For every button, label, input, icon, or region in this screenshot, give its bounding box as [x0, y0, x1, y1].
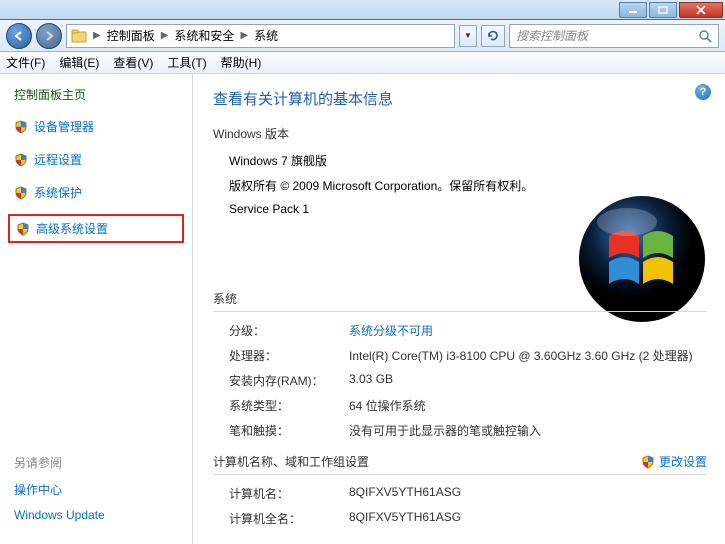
label: 处理器：: [229, 347, 349, 364]
sidebar-seealso-action-center[interactable]: 操作中心: [14, 481, 192, 498]
sidebar-link-label: 高级系统设置: [36, 220, 108, 237]
label: 分级：: [229, 322, 349, 339]
address-dropdown-button[interactable]: ▼: [459, 25, 477, 47]
section-label: Windows 版本: [213, 125, 707, 142]
label: 安装内存(RAM)：: [229, 372, 349, 389]
breadcrumb-item[interactable]: 系统: [254, 27, 278, 44]
row-ram: 安装内存(RAM)： 3.03 GB: [213, 372, 707, 389]
menu-help[interactable]: 帮助(H): [221, 54, 262, 71]
shield-icon: [14, 120, 28, 134]
change-settings-label: 更改设置: [659, 453, 707, 470]
value: 8QIFXV5YTH61ASG: [349, 485, 707, 502]
sidebar-link-advanced-settings[interactable]: 高级系统设置: [8, 214, 184, 243]
breadcrumb-separator: ▶: [93, 30, 101, 41]
page-heading: 查看有关计算机的基本信息: [213, 88, 707, 109]
label: 系统类型：: [229, 397, 349, 414]
value: 64 位操作系统: [349, 397, 707, 414]
sidebar-seealso-windows-update[interactable]: Windows Update: [14, 508, 192, 522]
section-computer-name: 计算机名称、域和工作组设置 更改设置 计算机名： 8QIFXV5YTH61ASG…: [213, 453, 707, 527]
search-input[interactable]: 搜索控制面板: [509, 24, 719, 48]
section-label-text: 计算机名称、域和工作组设置: [213, 455, 369, 469]
menu-view[interactable]: 查看(V): [113, 54, 153, 71]
shield-icon: [16, 222, 30, 236]
menu-tools[interactable]: 工具(T): [167, 54, 206, 71]
nav-back-button[interactable]: [6, 23, 32, 49]
breadcrumb-separator: ▶: [161, 30, 169, 41]
breadcrumb-item[interactable]: 系统和安全: [174, 27, 234, 44]
copyright-text: 版权所有 © 2009 Microsoft Corporation。保留所有权利…: [229, 177, 707, 194]
breadcrumb-item[interactable]: 控制面板: [107, 27, 155, 44]
menu-edit[interactable]: 编辑(E): [59, 54, 99, 71]
label: 笔和触摸：: [229, 422, 349, 439]
value: 3.03 GB: [349, 372, 707, 389]
row-processor: 处理器： Intel(R) Core(TM) i3-8100 CPU @ 3.6…: [213, 347, 707, 364]
content-pane: ? 查看有关计算机的基本信息 Windows 版本 Windows 7 旗舰版 …: [193, 74, 725, 544]
shield-icon: [14, 153, 28, 167]
sidebar-link-label: 远程设置: [34, 151, 82, 168]
menu-file[interactable]: 文件(F): [6, 54, 45, 71]
sidebar-seealso: 另请参阅 操作中心 Windows Update: [14, 454, 192, 532]
search-placeholder: 搜索控制面板: [516, 27, 588, 44]
refresh-button[interactable]: [481, 25, 505, 47]
value: Intel(R) Core(TM) i3-8100 CPU @ 3.60GHz …: [349, 347, 707, 364]
change-settings-link[interactable]: 更改设置: [641, 453, 707, 470]
value: 8QIFXV5YTH61ASG: [349, 510, 707, 527]
value-rating-link[interactable]: 系统分级不可用: [349, 322, 707, 339]
close-button[interactable]: [679, 2, 723, 18]
sidebar-home-link[interactable]: 控制面板主页: [14, 86, 192, 103]
sidebar: 控制面板主页 设备管理器 远程设置 系统保护 高级系统设置 另请参阅 操作中心 …: [0, 74, 193, 544]
breadcrumb-bar[interactable]: ▶ 控制面板 ▶ 系统和安全 ▶ 系统: [66, 24, 455, 48]
nav-forward-button[interactable]: [36, 23, 62, 49]
sidebar-link-label: 设备管理器: [34, 118, 94, 135]
search-icon: [698, 29, 712, 43]
row-pen-touch: 笔和触摸： 没有可用于此显示器的笔或触控输入: [213, 422, 707, 439]
row-computer-name: 计算机名： 8QIFXV5YTH61ASG: [213, 485, 707, 502]
help-icon[interactable]: ?: [695, 84, 711, 100]
shield-icon: [14, 186, 28, 200]
shield-icon: [641, 455, 655, 469]
sidebar-seealso-title: 另请参阅: [14, 454, 192, 471]
label: 计算机名：: [229, 485, 349, 502]
row-rating: 分级： 系统分级不可用: [213, 322, 707, 339]
sidebar-link-system-protection[interactable]: 系统保护: [14, 181, 192, 204]
folder-icon: [71, 29, 87, 43]
sidebar-link-remote-settings[interactable]: 远程设置: [14, 148, 192, 171]
breadcrumb-separator: ▶: [240, 30, 248, 41]
address-bar-row: ▶ 控制面板 ▶ 系统和安全 ▶ 系统 ▼ 搜索控制面板: [0, 20, 725, 52]
maximize-button[interactable]: [649, 2, 677, 18]
label: 计算机全名：: [229, 510, 349, 527]
window-titlebar: [0, 0, 725, 20]
minimize-button[interactable]: [619, 2, 647, 18]
value: 没有可用于此显示器的笔或触控输入: [349, 422, 707, 439]
section-label: 计算机名称、域和工作组设置 更改设置: [213, 453, 707, 475]
section-label: 系统: [213, 290, 707, 312]
sidebar-link-device-manager[interactable]: 设备管理器: [14, 115, 192, 138]
sidebar-link-label: 系统保护: [34, 184, 82, 201]
windows-name: Windows 7 旗舰版: [229, 152, 707, 169]
row-system-type: 系统类型： 64 位操作系统: [213, 397, 707, 414]
menu-bar: 文件(F) 编辑(E) 查看(V) 工具(T) 帮助(H): [0, 52, 725, 74]
row-computer-full-name: 计算机全名： 8QIFXV5YTH61ASG: [213, 510, 707, 527]
